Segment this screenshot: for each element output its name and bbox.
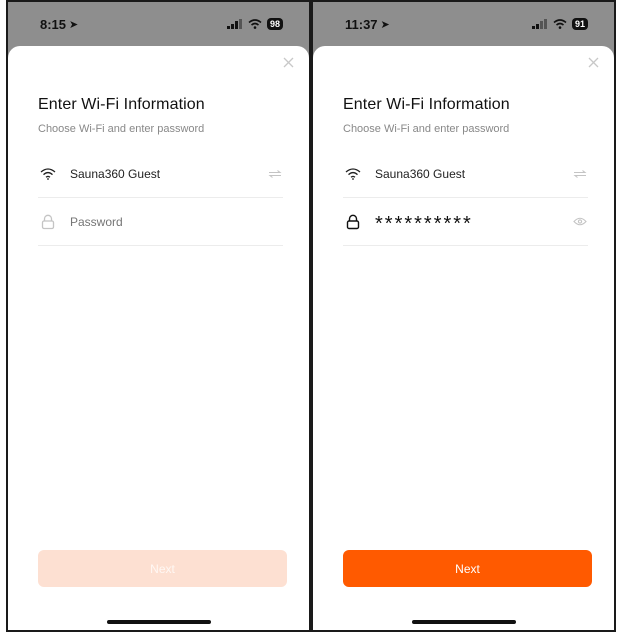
wifi-network-row[interactable]: Sauna360 Guest	[38, 150, 283, 198]
wifi-network-name: Sauna360 Guest	[70, 166, 161, 181]
close-icon	[283, 57, 293, 67]
page-title: Enter Wi-Fi Information	[38, 96, 205, 113]
page-title: Enter Wi-Fi Information	[343, 96, 510, 113]
location-arrow-icon: ➤	[69, 18, 79, 31]
wifi-sheet: Enter Wi-Fi Information Choose Wi-Fi and…	[313, 46, 614, 630]
location-arrow-icon: ➤	[380, 18, 390, 31]
status-time-text: 8:15	[40, 16, 67, 32]
status-time: 11:37 ➤	[345, 17, 390, 32]
battery-icon: 98	[266, 18, 283, 30]
status-time: 8:15 ➤	[40, 17, 78, 32]
status-time-text: 11:37	[345, 16, 378, 32]
password-input[interactable]: **********	[375, 207, 572, 236]
next-button[interactable]: Next	[38, 550, 287, 587]
close-button[interactable]	[279, 53, 297, 71]
page-subtitle: Choose Wi-Fi and enter password	[38, 123, 205, 135]
switch-network-icon	[573, 169, 587, 178]
switch-network-button[interactable]	[267, 167, 283, 181]
page-subtitle: Choose Wi-Fi and enter password	[343, 123, 510, 135]
show-password-button[interactable]	[572, 215, 588, 229]
status-icons: 91	[531, 18, 588, 30]
wifi-network-name: Sauna360 Guest	[375, 166, 466, 181]
close-icon	[588, 57, 598, 67]
status-icons: 98	[226, 18, 283, 30]
phone-screen-right: 11:37 ➤ 91 Enter Wi-Fi Information Choos…	[311, 0, 616, 632]
close-button[interactable]	[584, 53, 602, 71]
lock-icon	[38, 212, 58, 232]
password-row: **********	[343, 198, 588, 246]
wifi-status-icon	[553, 19, 567, 29]
switch-network-icon	[268, 169, 282, 178]
wifi-network-row[interactable]: Sauna360 Guest	[343, 150, 588, 198]
battery-icon: 91	[571, 18, 588, 30]
next-button[interactable]: Next	[343, 550, 592, 587]
status-bar: 8:15 ➤ 98	[8, 2, 309, 46]
password-row	[38, 198, 283, 246]
wifi-icon	[38, 164, 58, 184]
status-bar: 11:37 ➤ 91	[313, 2, 614, 46]
lock-icon	[343, 212, 363, 232]
eye-icon	[573, 217, 587, 226]
home-indicator[interactable]	[106, 620, 211, 624]
cellular-signal-icon	[226, 19, 242, 29]
cellular-signal-icon	[531, 19, 547, 29]
wifi-sheet: Enter Wi-Fi Information Choose Wi-Fi and…	[8, 46, 309, 630]
switch-network-button[interactable]	[572, 167, 588, 181]
wifi-icon	[343, 164, 363, 184]
wifi-status-icon	[248, 19, 262, 29]
phone-screen-left: 8:15 ➤ 98 Enter Wi-Fi Information Choose…	[6, 0, 311, 632]
home-indicator[interactable]	[411, 620, 516, 624]
password-input[interactable]	[70, 214, 283, 229]
